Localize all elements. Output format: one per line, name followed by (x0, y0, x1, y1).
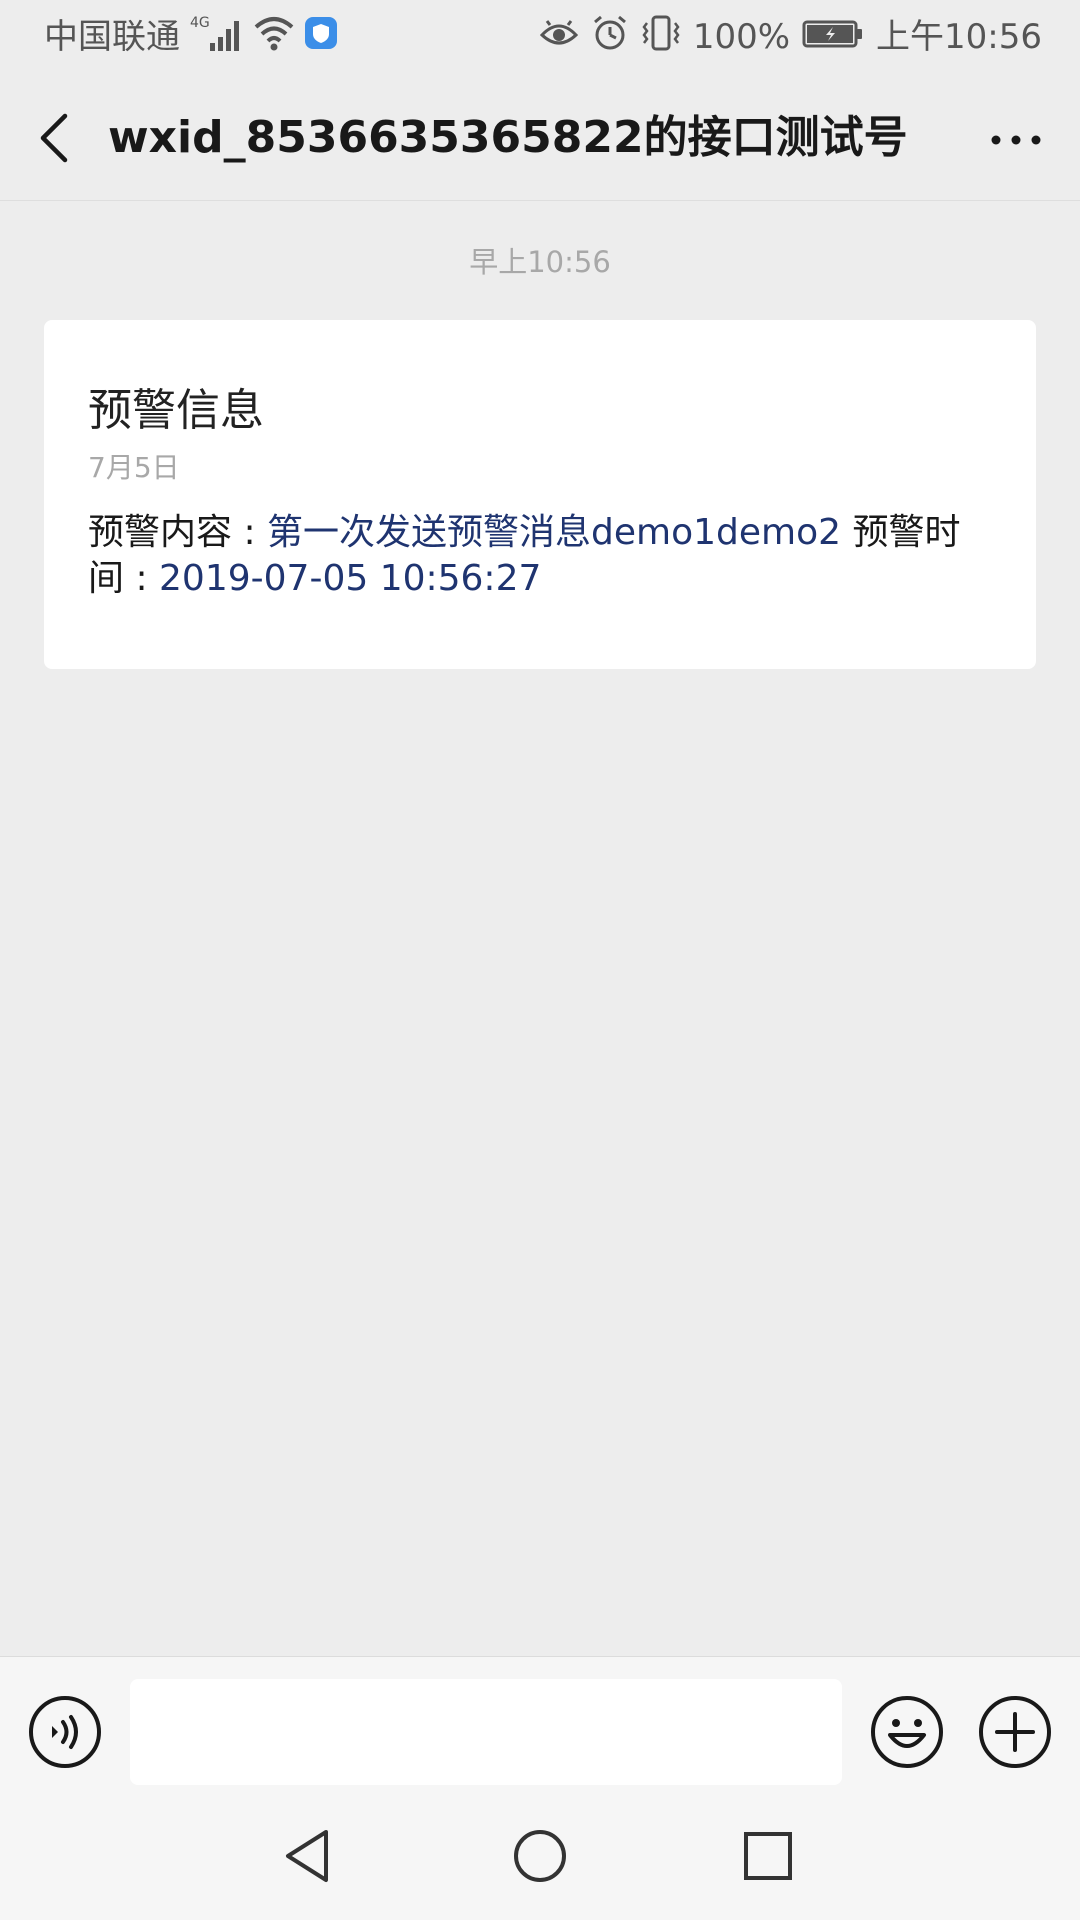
back-button[interactable] (26, 106, 82, 170)
card-date: 7月5日 (88, 451, 180, 484)
network-type-label: 4G (190, 15, 210, 31)
message-input[interactable] (130, 1679, 842, 1785)
nav-recent-icon (744, 1832, 792, 1880)
chat-title: wxid_8536635365822的接口测试号 (108, 112, 908, 163)
card-body: 预警内容 : 第一次发送预警消息demo1demo2 预警时间 : 2019-0… (88, 510, 992, 602)
content-value: 第一次发送预警消息demo1demo2 (267, 512, 842, 553)
voice-button[interactable] (28, 1695, 102, 1769)
chat-screen: 中国联通 4G 100% 上午10:56 wxid_8536635365822的… (0, 0, 1080, 1920)
nav-back-icon (286, 1830, 328, 1882)
emoji-icon (871, 1696, 943, 1768)
alarm-icon (591, 13, 629, 62)
more-button[interactable] (982, 112, 1050, 168)
battery-icon (802, 13, 864, 62)
wifi-icon (252, 13, 296, 62)
voice-icon (29, 1696, 101, 1768)
template-message-card[interactable]: 预警信息 7月5日 预警内容 : 第一次发送预警消息demo1demo2 预警时… (44, 320, 1036, 669)
signal-icon: 4G (190, 13, 244, 62)
system-nav-bar (0, 1790, 1080, 1920)
eye-icon (539, 13, 579, 62)
nav-home-button[interactable] (510, 1826, 570, 1886)
content-label: 预警内容 : (88, 512, 268, 553)
carrier-name: 中国联通 (44, 17, 180, 57)
plus-icon (979, 1696, 1051, 1768)
nav-recent-button[interactable] (738, 1826, 798, 1886)
nav-home-icon (514, 1830, 566, 1882)
card-title: 预警信息 (88, 385, 264, 436)
title-bar: wxid_8536635365822的接口测试号 (0, 76, 1080, 201)
vibrate-icon (641, 13, 681, 62)
shield-icon (304, 13, 338, 62)
nav-back-button[interactable] (278, 1826, 338, 1886)
network-indicators: 4G (190, 15, 338, 58)
chevron-left-icon (40, 113, 68, 163)
battery-percent: 100% (692, 17, 791, 57)
status-right: 100% 上午10:56 (539, 15, 1042, 58)
plus-button[interactable] (978, 1695, 1052, 1769)
more-dots-icon (991, 135, 1041, 145)
emoji-button[interactable] (870, 1695, 944, 1769)
time-value: 2019-07-05 10:56:27 (159, 558, 542, 599)
input-bar (0, 1656, 1080, 1790)
status-time: 上午10:56 (876, 17, 1042, 57)
message-timestamp: 早上10:56 (469, 245, 611, 279)
status-bar: 中国联通 4G 100% 上午10:56 (0, 0, 1080, 76)
